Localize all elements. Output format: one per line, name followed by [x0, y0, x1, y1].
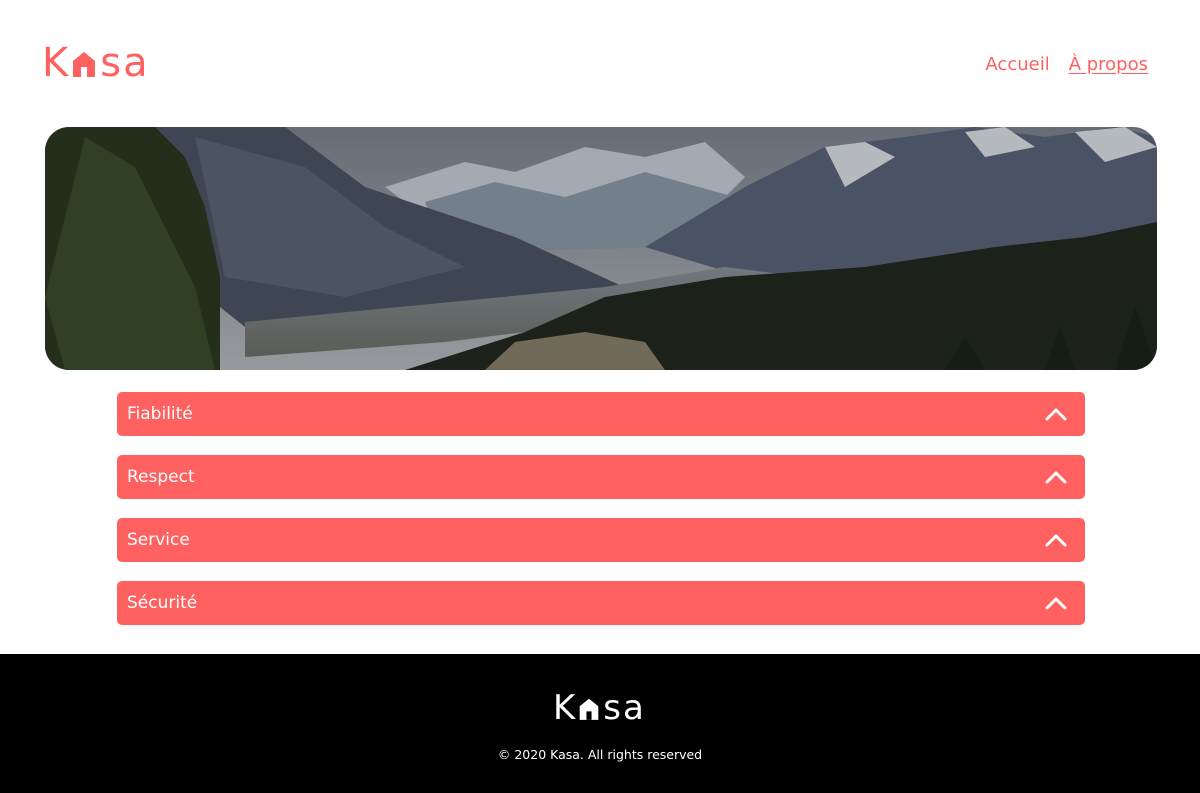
logo-letters-sa: sa	[100, 40, 150, 86]
copyright-text: © 2020 Kasa. All rights reserved	[497, 747, 703, 762]
nav-link-accueil[interactable]: Accueil	[985, 52, 1049, 78]
about-banner-image	[45, 127, 1157, 370]
accordion-service[interactable]: Service	[117, 518, 1085, 562]
chevron-up-icon[interactable]	[1045, 407, 1067, 421]
accordion-respect[interactable]: Respect	[117, 455, 1085, 499]
chevron-up-icon[interactable]	[1045, 470, 1067, 484]
site-header: Ksa Accueil À propos	[0, 0, 1200, 127]
accordion-title: Service	[127, 530, 190, 550]
accordion-title: Sécurité	[127, 593, 198, 613]
site-footer: Ksa © 2020 Kasa. All rights reserved	[0, 654, 1200, 793]
logo-letters-sa: sa	[603, 688, 646, 728]
nav-link-a-propos[interactable]: À propos	[1069, 52, 1148, 78]
logo-letter-k: K	[553, 688, 578, 728]
house-icon	[579, 698, 599, 720]
main-nav: Accueil À propos	[985, 52, 1148, 78]
accordion-fiabilite[interactable]: Fiabilité	[117, 392, 1085, 436]
accordion-title: Respect	[127, 467, 195, 487]
kasa-logo[interactable]: Ksa	[42, 40, 150, 86]
chevron-up-icon[interactable]	[1045, 533, 1067, 547]
logo-letter-k: K	[42, 40, 71, 86]
house-icon	[73, 52, 96, 77]
accordion-securite[interactable]: Sécurité	[117, 581, 1085, 625]
accordion-title: Fiabilité	[127, 404, 193, 424]
footer-kasa-logo: Ksa	[553, 688, 646, 728]
chevron-up-icon[interactable]	[1045, 596, 1067, 610]
